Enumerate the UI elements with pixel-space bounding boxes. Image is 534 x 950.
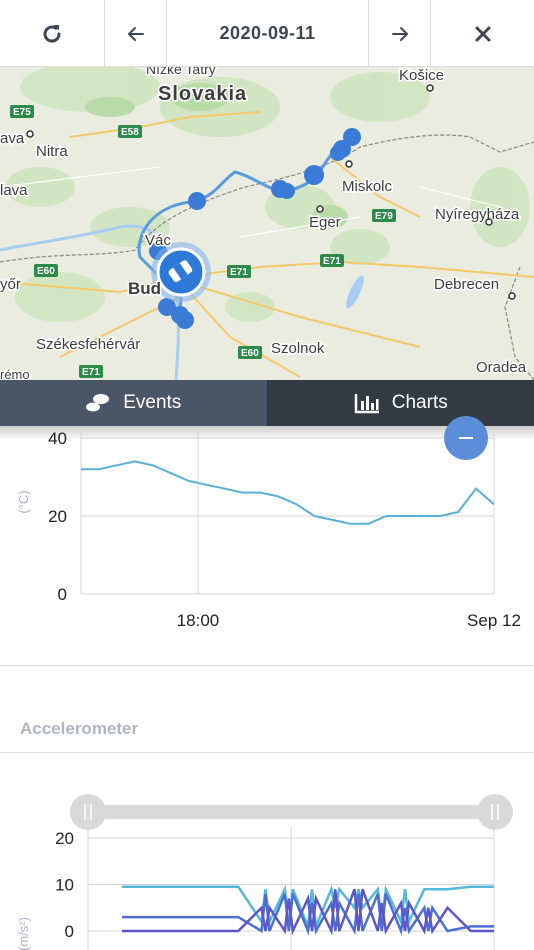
accelerometer-y-axis-label: (m/s²) <box>16 917 31 950</box>
slider-track <box>88 805 496 819</box>
y-tick-label: 0 <box>58 585 67 604</box>
y-tick-label: 20 <box>48 507 67 526</box>
x-tick-label: Sep 12 <box>467 611 521 630</box>
y-tick-label: 0 <box>65 922 74 941</box>
map-label-e79: E79 <box>375 211 393 222</box>
map-label-slovakia: Slovakia <box>158 83 247 105</box>
collapse-chart-button[interactable] <box>444 416 488 460</box>
map-canvas: E75 E58 E79 E60 E71 E71 E60 E71 Nízke Ta… <box>0 67 534 380</box>
refresh-icon <box>43 24 61 43</box>
refresh-button[interactable] <box>0 0 105 67</box>
map-label-e60-bottom: E60 <box>241 348 259 359</box>
tab-events[interactable]: Events <box>0 380 268 426</box>
slider-handle-left[interactable] <box>70 794 106 830</box>
map-label-nyiregyhaza: Nyíregyháza <box>435 206 520 223</box>
map-label-budapest: Bud <box>128 279 161 298</box>
previous-day-button[interactable] <box>105 0 167 67</box>
map-label-kosice: Košice <box>399 67 444 84</box>
map-label-gyor: yőr <box>0 276 21 293</box>
y-tick-label: 20 <box>55 829 74 848</box>
map-label-vac: Vác <box>145 232 171 249</box>
x-tick-label: 18:00 <box>177 611 220 630</box>
map-label-szekesfehervar: Székesfehérvár <box>36 336 140 353</box>
accelerometer-title: Accelerometer <box>20 719 139 738</box>
map-label-lava: lava <box>0 182 28 199</box>
map-label-veszprem: rémo <box>0 367 30 380</box>
map-label-oradea: Oradea <box>476 359 527 376</box>
map-label-nizke-tatry: Nízke Tatry <box>146 67 216 77</box>
y-tick-label: 40 <box>48 429 67 448</box>
map-label-e75: E75 <box>13 107 31 118</box>
map-label-e60-left: E60 <box>37 266 55 277</box>
map-label-debrecen: Debrecen <box>434 276 499 293</box>
close-icon <box>475 26 490 41</box>
map-label-eger: Eger <box>309 214 341 231</box>
map-label-miskolc: Miskolc <box>342 178 393 195</box>
date-display[interactable]: 2020-09-11 <box>167 0 369 67</box>
arrow-right-icon <box>391 26 408 41</box>
temperature-series-line <box>81 460 495 525</box>
map-label-e71-right: E71 <box>230 267 248 278</box>
map-label-ava: ava <box>0 130 25 147</box>
temperature-y-axis-label: (°C) <box>16 490 31 513</box>
map-label-nitra: Nitra <box>36 143 68 160</box>
bar-chart-icon <box>354 394 379 414</box>
date-label: 2020-09-11 <box>219 23 316 43</box>
accelerometer-chart[interactable]: 20 10 0 (m/s²) <box>0 826 534 950</box>
map-label-e71-mid: E71 <box>323 256 341 267</box>
close-button[interactable] <box>431 0 534 67</box>
route-map[interactable]: E75 E58 E79 E60 E71 E71 E60 E71 Nízke Ta… <box>0 67 534 380</box>
top-toolbar: 2020-09-11 <box>0 0 534 67</box>
temperature-chart[interactable]: 40 20 0 18:00 Sep 12 (°C) <box>0 426 534 666</box>
next-day-button[interactable] <box>369 0 431 67</box>
minus-icon <box>459 437 473 439</box>
map-label-e71-bottom: E71 <box>82 367 100 378</box>
footprints-icon <box>86 394 110 412</box>
slider-handle-right[interactable] <box>477 794 513 830</box>
tab-events-label: Events <box>123 392 182 413</box>
tab-charts-label: Charts <box>391 392 448 413</box>
y-tick-label: 10 <box>55 876 74 895</box>
arrow-left-icon <box>127 26 144 41</box>
map-label-szolnok: Szolnok <box>271 340 325 357</box>
tab-charts[interactable]: Charts <box>267 380 534 426</box>
map-label-e58: E58 <box>121 127 139 138</box>
section-divider <box>0 752 534 753</box>
section-divider <box>0 665 534 666</box>
